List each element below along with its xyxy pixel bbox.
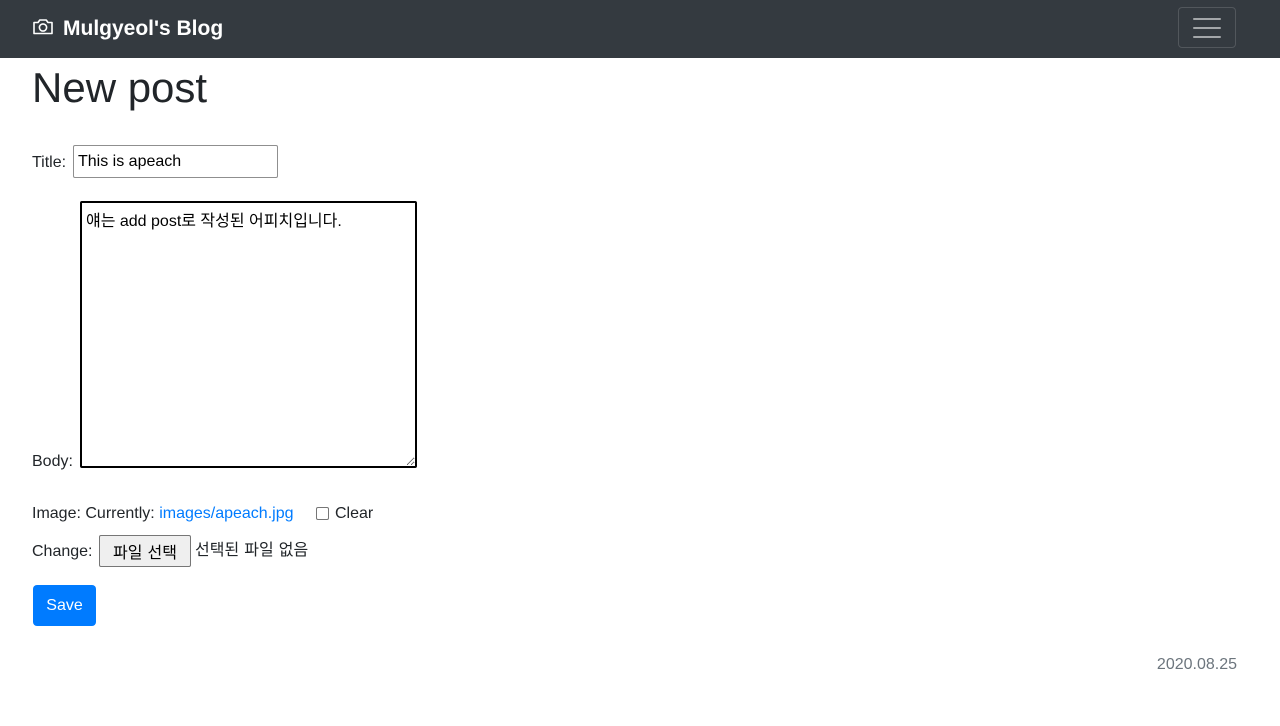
- hamburger-menu-icon: [1193, 35, 1221, 38]
- clear-label: Clear: [335, 505, 374, 522]
- change-label: Change:: [32, 543, 93, 560]
- camera-icon: [32, 16, 63, 42]
- clear-checkbox[interactable]: [316, 507, 329, 520]
- current-image-link[interactable]: images/apeach.jpg: [159, 505, 293, 522]
- brand-title: Mulgyeol's Blog: [63, 17, 224, 40]
- title-label: Title:: [32, 154, 67, 171]
- page-title: New post: [32, 64, 208, 111]
- save-button[interactable]: Save: [33, 585, 96, 626]
- hamburger-menu-icon: [1193, 17, 1221, 20]
- title-input[interactable]: [73, 145, 278, 178]
- body-textarea[interactable]: 얘는 add post로 작성된 어피치입니다.: [80, 201, 417, 468]
- file-status-text: 선택된 파일 없음: [195, 540, 309, 559]
- image-row: Image: Currently: images/apeach.jpg: [32, 504, 294, 524]
- image-label: Image:: [32, 505, 81, 522]
- navbar: Mulgyeol's Blog: [0, 0, 1280, 58]
- body-label: Body:: [32, 453, 73, 470]
- footer-date: 2020.08.25: [1156, 656, 1237, 673]
- navbar-toggler-button[interactable]: [1178, 7, 1236, 48]
- currently-label: Currently:: [85, 505, 155, 522]
- hamburger-menu-icon: [1193, 26, 1221, 29]
- choose-file-button[interactable]: 파일 선택: [99, 535, 191, 567]
- brand-link[interactable]: Mulgyeol's Blog: [32, 0, 223, 58]
